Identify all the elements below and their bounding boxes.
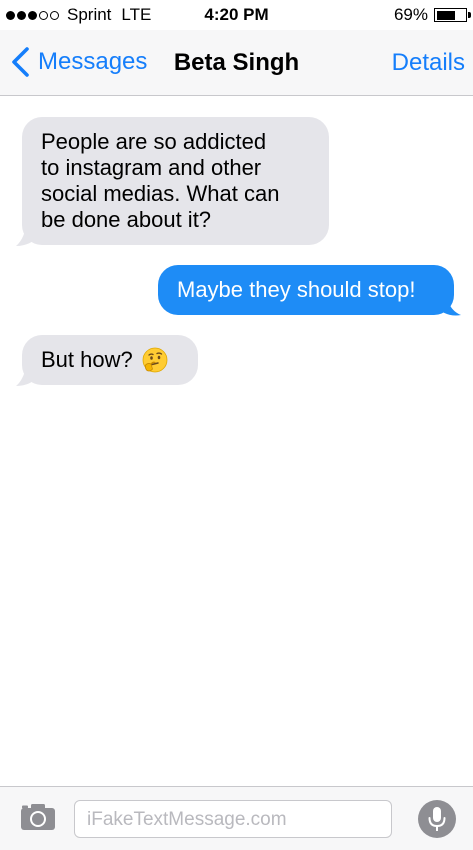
message-line: to instagram and other bbox=[41, 155, 262, 180]
camera-icon[interactable] bbox=[18, 802, 58, 832]
message-bubble-outgoing[interactable]: Maybe they should stop! bbox=[158, 265, 454, 315]
back-label: Messages bbox=[38, 48, 148, 75]
network-type: LTE bbox=[121, 5, 152, 24]
carrier-name: Sprint bbox=[67, 5, 112, 24]
thinking-face-emoji-icon bbox=[142, 347, 168, 373]
signal-dot bbox=[28, 10, 37, 20]
battery-tip bbox=[468, 12, 471, 18]
details-button[interactable]: Details bbox=[392, 49, 465, 77]
battery-fill bbox=[436, 10, 456, 20]
status-bar: Sprint LTE 4:20 PM 69% bbox=[0, 0, 473, 30]
message-bubble-incoming[interactable]: But how? bbox=[22, 335, 198, 385]
battery-icon bbox=[434, 8, 471, 22]
message-line: social medias. What can bbox=[41, 181, 280, 206]
battery-percent: 69% bbox=[393, 5, 428, 24]
back-button[interactable]: Messages bbox=[10, 46, 147, 78]
signal-dot bbox=[50, 10, 59, 20]
status-left: Sprint LTE bbox=[6, 5, 151, 25]
signal-dot bbox=[17, 10, 26, 20]
message-text-field[interactable]: iFakeTextMessage.com bbox=[74, 800, 392, 838]
microphone-button[interactable] bbox=[418, 800, 456, 838]
message-line: People are so addicted bbox=[41, 129, 267, 154]
message-input-bar: iFakeTextMessage.com bbox=[0, 786, 473, 850]
message-line: be done about it? bbox=[41, 207, 212, 232]
signal-dot bbox=[6, 10, 15, 20]
signal-strength-icon bbox=[6, 10, 61, 20]
chevron-left-icon bbox=[12, 47, 29, 77]
nav-bar: Messages Beta Singh Details bbox=[0, 30, 473, 96]
message-line: Maybe they should stop! bbox=[177, 277, 416, 302]
status-right: 69% bbox=[393, 5, 471, 25]
microphone-icon bbox=[428, 807, 446, 831]
message-bubble-incoming[interactable]: People are so addicted to instagram and … bbox=[22, 117, 329, 245]
message-line: But how? bbox=[41, 347, 133, 372]
signal-dot bbox=[39, 10, 48, 20]
